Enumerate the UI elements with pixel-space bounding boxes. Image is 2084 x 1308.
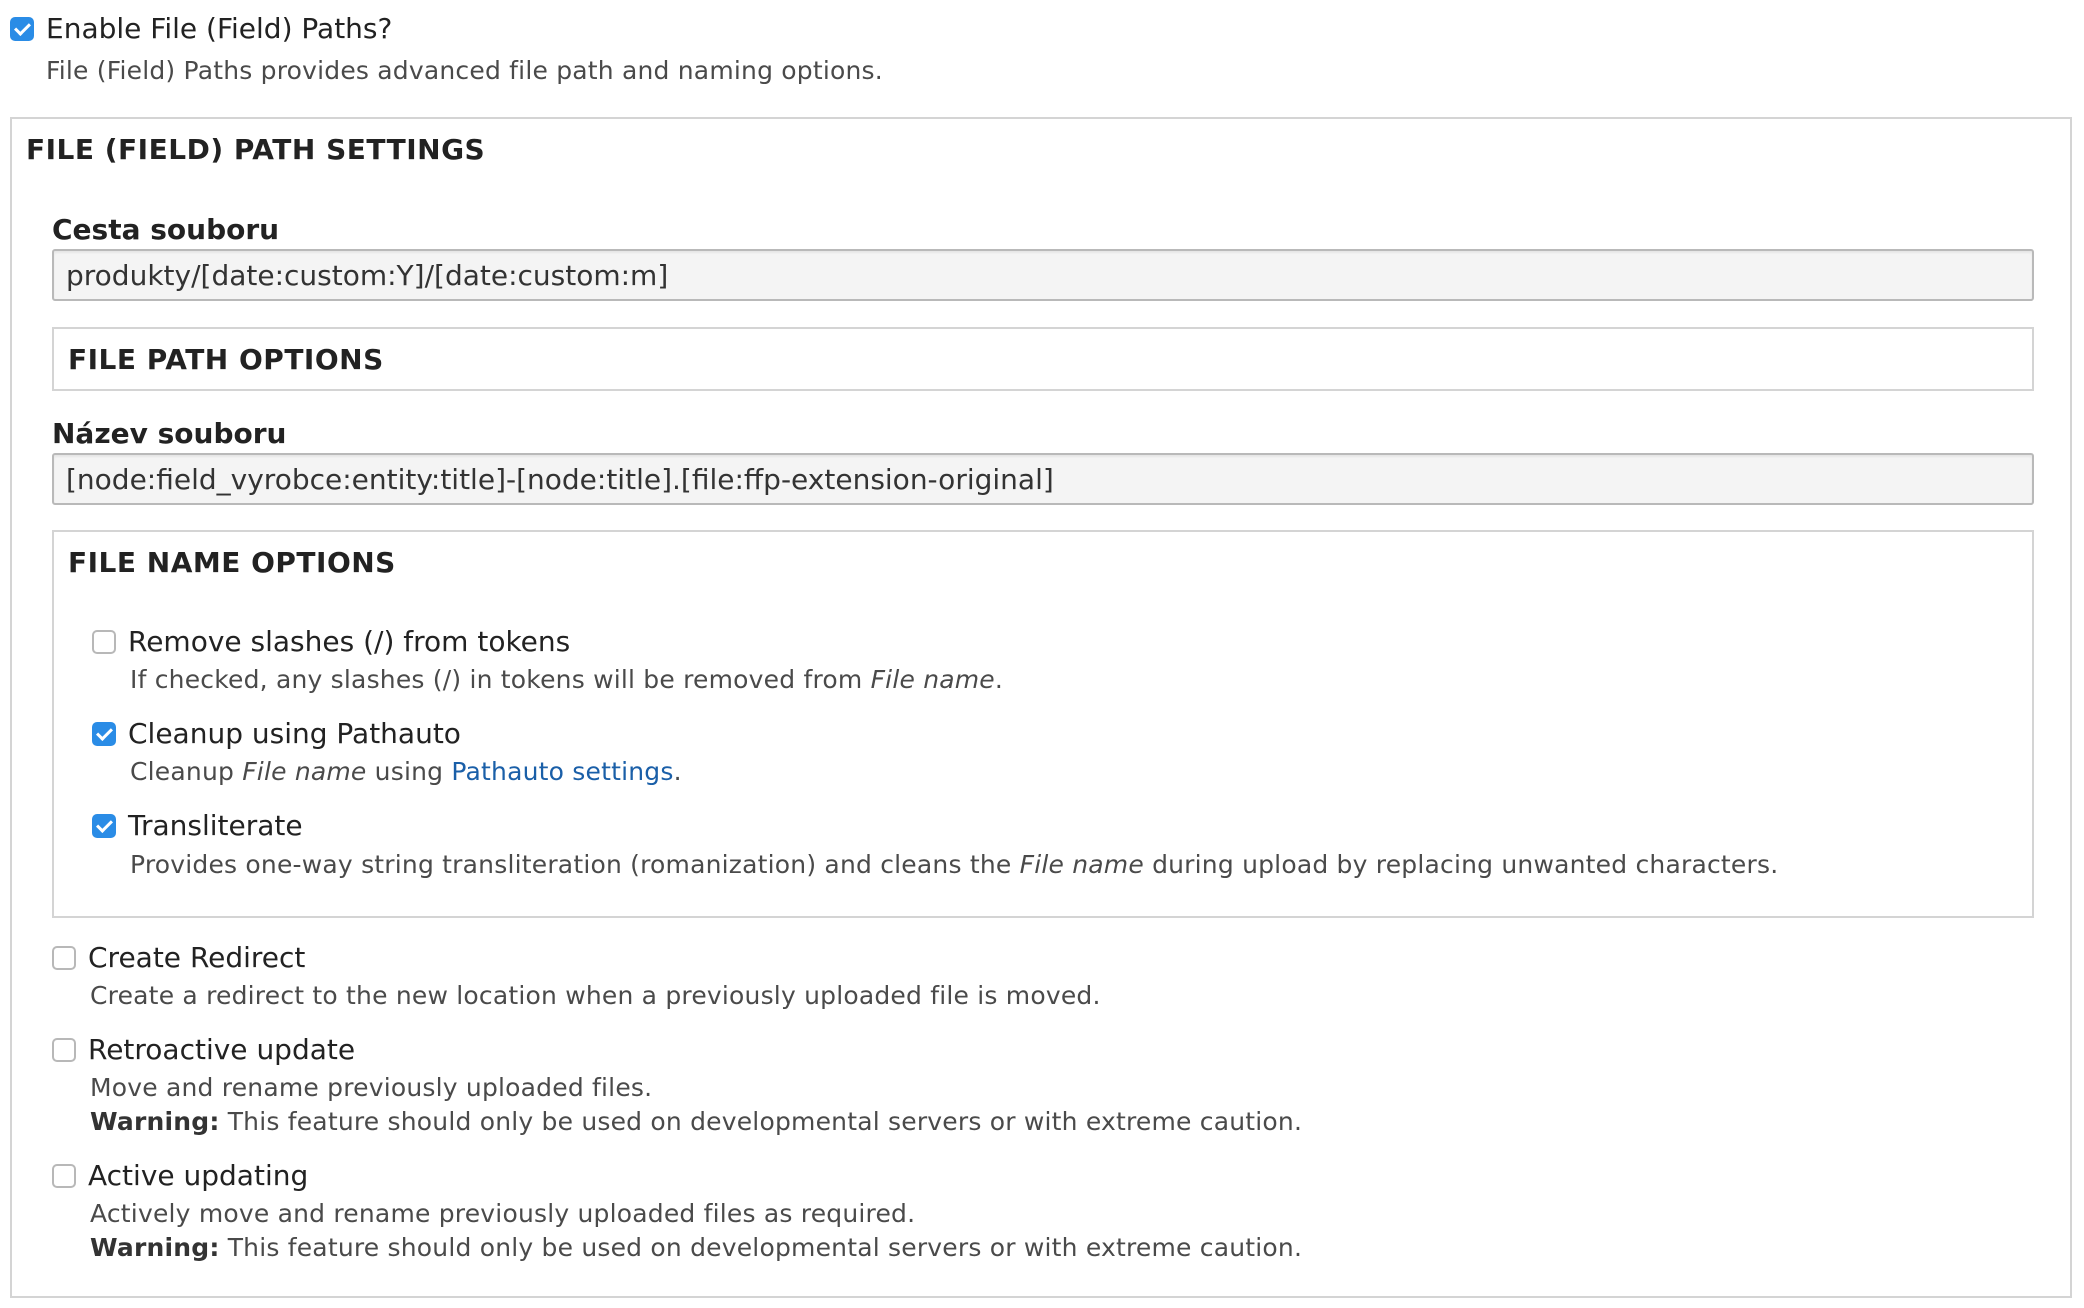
file-name-options-legend: FILE NAME OPTIONS — [68, 546, 396, 579]
pathauto-checkbox[interactable] — [92, 721, 116, 746]
file-name-value[interactable]: [node:field_vyrobce:entity:title]-[node:… — [66, 463, 1054, 496]
active-updating-warning: Warning: This feature should only be use… — [90, 1233, 1303, 1262]
remove-slashes-description: If checked, any slashes (/) in tokens wi… — [130, 665, 1004, 694]
ffp-settings-fieldset: FILE (FIELD) PATH SETTINGS Cesta souboru… — [10, 117, 2072, 1298]
active-updating-description: Actively move and rename previously uplo… — [90, 1199, 916, 1228]
file-name-label: Název souboru — [52, 417, 287, 450]
transliterate-description: Provides one-way string transliteration … — [130, 850, 1779, 879]
retroactive-update-checkbox[interactable] — [52, 1037, 76, 1062]
transliterate-label[interactable]: Transliterate — [128, 809, 303, 842]
file-path-label: Cesta souboru — [52, 213, 280, 246]
file-path-options-legend[interactable]: FILE PATH OPTIONS — [68, 343, 384, 376]
enable-ffp-checkbox[interactable] — [10, 16, 34, 41]
active-updating-row[interactable]: Active updating — [52, 1159, 308, 1192]
remove-slashes-row[interactable]: Remove slashes (/) from tokens — [92, 625, 570, 658]
create-redirect-row[interactable]: Create Redirect — [52, 941, 305, 974]
create-redirect-checkbox[interactable] — [52, 945, 76, 970]
pathauto-row[interactable]: Cleanup using Pathauto — [92, 717, 461, 750]
retroactive-update-description: Move and rename previously uploaded file… — [90, 1073, 653, 1102]
pathauto-label[interactable]: Cleanup using Pathauto — [128, 717, 461, 750]
remove-slashes-checkbox[interactable] — [92, 629, 116, 654]
file-path-options-fieldset[interactable]: FILE PATH OPTIONS — [52, 327, 2034, 391]
retroactive-update-warning: Warning: This feature should only be use… — [90, 1107, 1303, 1136]
file-name-options-fieldset: FILE NAME OPTIONS Remove slashes (/) fro… — [52, 530, 2034, 918]
active-updating-checkbox[interactable] — [52, 1163, 76, 1188]
enable-ffp-label[interactable]: Enable File (Field) Paths? — [46, 12, 392, 45]
pathauto-description: Cleanup File name using Pathauto setting… — [130, 757, 682, 786]
file-path-value[interactable]: produkty/[date:custom:Y]/[date:custom:m] — [66, 259, 668, 292]
file-path-input[interactable]: produkty/[date:custom:Y]/[date:custom:m] — [52, 249, 2034, 301]
enable-ffp-description: File (Field) Paths provides advanced fil… — [46, 56, 883, 85]
create-redirect-description: Create a redirect to the new location wh… — [90, 981, 1101, 1010]
transliterate-checkbox[interactable] — [92, 813, 116, 838]
enable-ffp-row[interactable]: Enable File (Field) Paths? — [10, 12, 392, 45]
ffp-settings-legend: FILE (FIELD) PATH SETTINGS — [26, 133, 486, 166]
active-updating-label[interactable]: Active updating — [88, 1159, 308, 1192]
file-name-input[interactable]: [node:field_vyrobce:entity:title]-[node:… — [52, 453, 2034, 505]
remove-slashes-label[interactable]: Remove slashes (/) from tokens — [128, 625, 570, 658]
retroactive-update-label[interactable]: Retroactive update — [88, 1033, 355, 1066]
transliterate-row[interactable]: Transliterate — [92, 809, 303, 842]
retroactive-update-row[interactable]: Retroactive update — [52, 1033, 355, 1066]
pathauto-settings-link[interactable]: Pathauto settings — [451, 757, 673, 786]
create-redirect-label[interactable]: Create Redirect — [88, 941, 305, 974]
